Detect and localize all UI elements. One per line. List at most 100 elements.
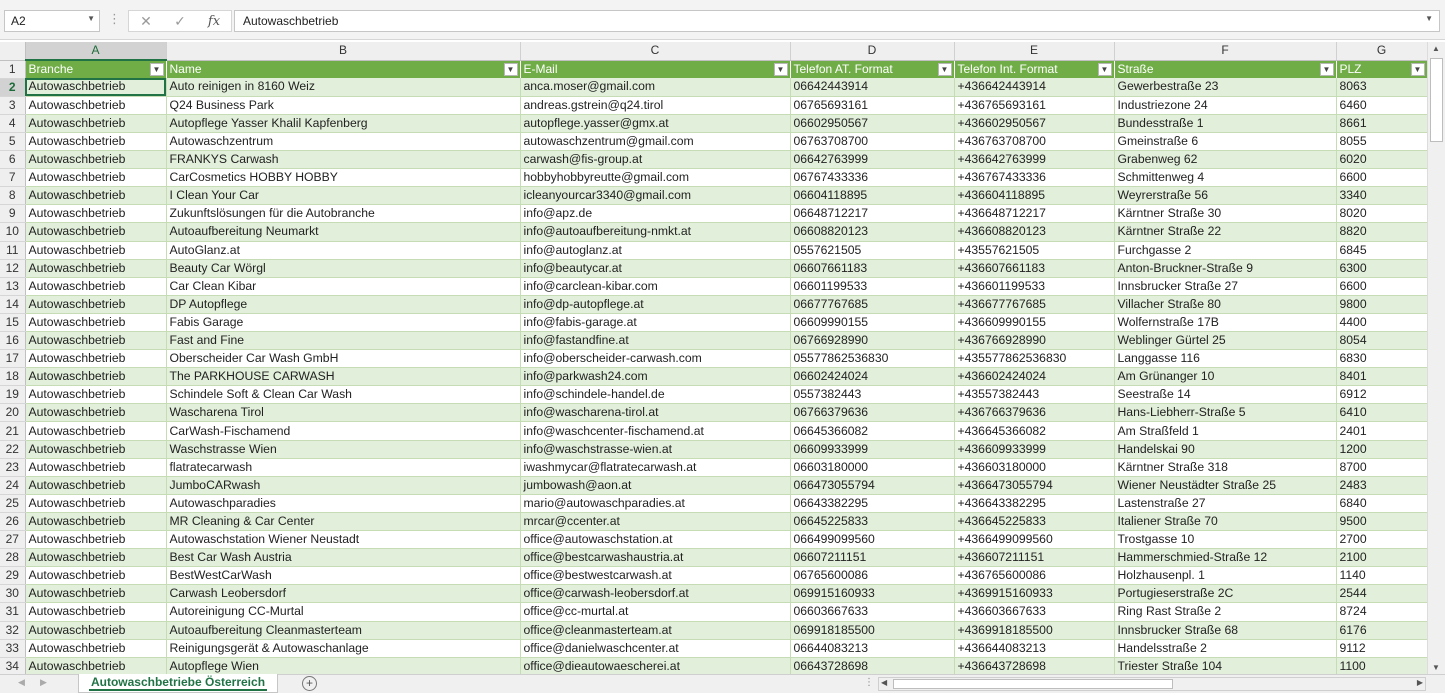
table-cell[interactable]: 8700	[1336, 458, 1427, 477]
table-cell[interactable]: 0557621505	[790, 241, 955, 260]
split-handle-icon[interactable]: ⋮	[864, 677, 874, 688]
table-cell[interactable]: 06765693161	[790, 96, 955, 115]
table-cell[interactable]: Kärntner Straße 30	[1114, 204, 1337, 224]
table-cell[interactable]: office@cleanmasterteam.at	[520, 621, 791, 640]
table-cell[interactable]: 06609933999	[790, 440, 955, 459]
table-cell[interactable]: carwash@fis-group.at	[520, 150, 791, 170]
table-cell[interactable]: +436608820123	[954, 222, 1115, 242]
table-cell[interactable]: Autowaschbetrieb	[25, 494, 167, 513]
table-cell[interactable]: Autowaschbetrieb	[25, 259, 167, 278]
row-header[interactable]: 15	[0, 313, 26, 333]
table-cell[interactable]: 6600	[1336, 277, 1427, 296]
table-cell[interactable]: FRANKYS Carwash	[166, 150, 521, 170]
table-cell[interactable]: Wascharena Tirol	[166, 403, 521, 423]
table-cell[interactable]: JumboCARwash	[166, 476, 521, 495]
row-header[interactable]: 29	[0, 566, 26, 586]
table-cell[interactable]: +436677767685	[954, 295, 1115, 314]
table-cell[interactable]: 6020	[1336, 150, 1427, 170]
table-header-cell[interactable]: Telefon Int. Format ▼	[954, 60, 1115, 79]
table-cell[interactable]: info@waschstrasse-wien.at	[520, 440, 791, 459]
table-cell[interactable]: Autowaschbetrieb	[25, 241, 167, 260]
table-cell[interactable]: Autowaschbetrieb	[25, 150, 167, 170]
table-cell[interactable]: iwashmycar@flatratecarwash.at	[520, 458, 791, 477]
table-cell[interactable]: 1140	[1336, 566, 1427, 586]
table-cell[interactable]: hobbyhobbyreutte@gmail.com	[520, 168, 791, 188]
table-cell[interactable]: mrcar@ccenter.at	[520, 512, 791, 532]
table-cell[interactable]: Autowaschbetrieb	[25, 602, 167, 622]
table-cell[interactable]: 4400	[1336, 313, 1427, 333]
table-cell[interactable]: 6600	[1336, 168, 1427, 188]
table-cell[interactable]: 9500	[1336, 512, 1427, 532]
row-header[interactable]: 23	[0, 458, 26, 477]
insert-function-icon[interactable]: fx	[202, 14, 226, 29]
table-cell[interactable]: 06609990155	[790, 313, 955, 333]
filter-dropdown-icon[interactable]: ▼	[1410, 62, 1425, 76]
table-cell[interactable]: 8054	[1336, 331, 1427, 351]
table-cell[interactable]: 1200	[1336, 440, 1427, 459]
table-cell[interactable]: 069918185500	[790, 621, 955, 640]
table-cell[interactable]: +436648712217	[954, 204, 1115, 224]
table-cell[interactable]: +436609933999	[954, 440, 1115, 459]
row-header[interactable]: 17	[0, 349, 26, 369]
table-cell[interactable]: Zukunftslösungen für die Autobranche	[166, 204, 521, 224]
table-cell[interactable]: Autowaschbetrieb	[25, 222, 167, 242]
table-cell[interactable]: Autowaschbetrieb	[25, 186, 167, 206]
table-cell[interactable]: Autowaschbetrieb	[25, 367, 167, 387]
table-cell[interactable]: 05577862536830	[790, 349, 955, 369]
column-header-g[interactable]: G	[1336, 42, 1427, 61]
table-cell[interactable]: Kärntner Straße 318	[1114, 458, 1337, 477]
table-cell[interactable]: 2483	[1336, 476, 1427, 495]
table-cell[interactable]: +436609990155	[954, 313, 1115, 333]
filter-dropdown-icon[interactable]: ▼	[1319, 62, 1334, 76]
table-cell[interactable]: 2700	[1336, 530, 1427, 550]
table-cell[interactable]: anca.moser@gmail.com	[520, 78, 791, 97]
table-cell[interactable]: Fast and Fine	[166, 331, 521, 351]
table-cell[interactable]: Am Straßfeld 1	[1114, 421, 1337, 441]
table-cell[interactable]: office@dieautowaescherei.at	[520, 657, 791, 674]
table-cell[interactable]: Fabis Garage	[166, 313, 521, 333]
table-cell[interactable]: 06645225833	[790, 512, 955, 532]
table-cell[interactable]: Autowaschbetrieb	[25, 96, 167, 115]
table-cell[interactable]: +436645366082	[954, 421, 1115, 441]
row-header[interactable]: 6	[0, 150, 26, 170]
table-cell[interactable]: Autowaschbetrieb	[25, 403, 167, 423]
table-cell[interactable]: +436645225833	[954, 512, 1115, 532]
table-cell[interactable]: andreas.gstrein@q24.tirol	[520, 96, 791, 115]
table-cell[interactable]: Furchgasse 2	[1114, 241, 1337, 260]
table-cell[interactable]: 066499099560	[790, 530, 955, 550]
table-cell[interactable]: Schindele Soft & Clean Car Wash	[166, 385, 521, 405]
table-cell[interactable]: Autowaschbetrieb	[25, 313, 167, 333]
row-header[interactable]: 16	[0, 331, 26, 351]
table-cell[interactable]: Autowaschstation Wiener Neustadt	[166, 530, 521, 550]
column-header-d[interactable]: D	[790, 42, 955, 61]
row-header[interactable]: 27	[0, 530, 26, 550]
table-cell[interactable]: 8401	[1336, 367, 1427, 387]
table-cell[interactable]: 2544	[1336, 584, 1427, 604]
table-cell[interactable]: Autowaschbetrieb	[25, 168, 167, 188]
filter-dropdown-icon[interactable]: ▼	[503, 62, 518, 76]
table-cell[interactable]: AutoGlanz.at	[166, 241, 521, 260]
table-cell[interactable]: info@oberscheider-carwash.com	[520, 349, 791, 369]
table-cell[interactable]: 06644083213	[790, 639, 955, 658]
row-header[interactable]: 22	[0, 440, 26, 459]
table-cell[interactable]: office@bestcarwashaustria.at	[520, 548, 791, 568]
row-header[interactable]: 20	[0, 403, 26, 423]
table-cell[interactable]: 069915160933	[790, 584, 955, 604]
table-cell[interactable]: 06767433336	[790, 168, 955, 188]
table-cell[interactable]: CarCosmetics HOBBY HOBBY	[166, 168, 521, 188]
triangle-left-icon[interactable]: ◀	[18, 677, 25, 688]
table-cell[interactable]: 6830	[1336, 349, 1427, 369]
table-cell[interactable]: Bundesstraße 1	[1114, 114, 1337, 133]
table-cell[interactable]: Anton-Bruckner-Straße 9	[1114, 259, 1337, 278]
row-header[interactable]: 3	[0, 96, 26, 115]
table-cell[interactable]: Autowaschbetrieb	[25, 349, 167, 369]
table-cell[interactable]: 06604118895	[790, 186, 955, 206]
table-cell[interactable]: +436644083213	[954, 639, 1115, 658]
filter-dropdown-icon[interactable]: ▼	[149, 63, 164, 77]
table-cell[interactable]: info@apz.de	[520, 204, 791, 224]
table-cell[interactable]: office@autowaschstation.at	[520, 530, 791, 550]
table-cell[interactable]: 06648712217	[790, 204, 955, 224]
table-cell[interactable]: Autowaschbetrieb	[25, 621, 167, 640]
table-cell[interactable]: Autowaschbetrieb	[25, 421, 167, 441]
table-cell[interactable]: 6912	[1336, 385, 1427, 405]
